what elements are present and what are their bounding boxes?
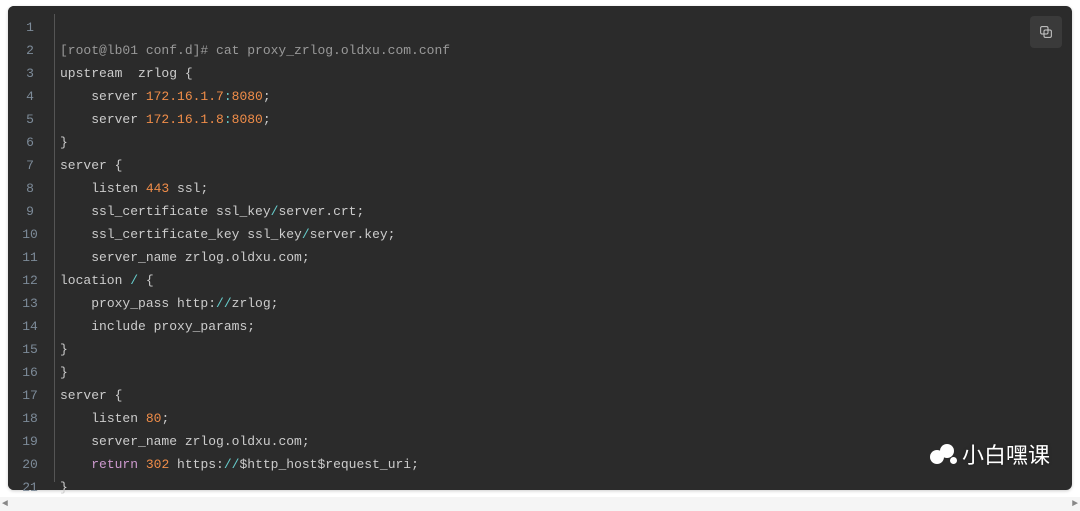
line-number: 10 [8, 223, 52, 246]
line-number: 2 [8, 39, 52, 62]
code-area: [root@lb01 conf.d]# cat proxy_zrlog.oldx… [60, 16, 1060, 511]
code-line: upstream zrlog [60, 66, 185, 81]
line-number: 12 [8, 269, 52, 292]
code-line: server [60, 158, 115, 173]
horizontal-scrollbar[interactable]: ◄ ► [0, 497, 1080, 511]
line-number: 3 [8, 62, 52, 85]
line-number-gutter: 123456789101112131415161718192021 [8, 6, 52, 490]
watermark: 小白嘿课 [930, 438, 1050, 470]
line-number: 9 [8, 200, 52, 223]
line-number: 19 [8, 430, 52, 453]
watermark-text: 小白嘿课 [962, 438, 1050, 470]
line-number: 7 [8, 154, 52, 177]
line-number: 4 [8, 85, 52, 108]
code-line: } [60, 480, 68, 495]
line-number: 8 [8, 177, 52, 200]
code-line: } [60, 135, 68, 150]
line-number: 1 [8, 16, 52, 39]
code-line: } [60, 365, 68, 380]
line-number: 6 [8, 131, 52, 154]
line-number: 13 [8, 292, 52, 315]
code-block: 123456789101112131415161718192021 [root@… [8, 6, 1072, 490]
copy-icon [1038, 24, 1054, 40]
wechat-icon [930, 440, 958, 468]
code-line: [root@lb01 conf.d]# cat proxy_zrlog.oldx… [60, 43, 450, 58]
line-number: 15 [8, 338, 52, 361]
line-number: 17 [8, 384, 52, 407]
line-number: 16 [8, 361, 52, 384]
line-number: 11 [8, 246, 52, 269]
line-number: 18 [8, 407, 52, 430]
code-line: location [60, 273, 130, 288]
line-number: 14 [8, 315, 52, 338]
line-number: 5 [8, 108, 52, 131]
code-line: server [60, 388, 115, 403]
scroll-left-arrow[interactable]: ◄ [2, 499, 8, 510]
scroll-right-arrow[interactable]: ► [1072, 499, 1078, 510]
line-number: 21 [8, 476, 52, 499]
gutter-divider [54, 14, 55, 482]
code-line: } [60, 342, 68, 357]
line-number: 20 [8, 453, 52, 476]
copy-button[interactable] [1030, 16, 1062, 48]
